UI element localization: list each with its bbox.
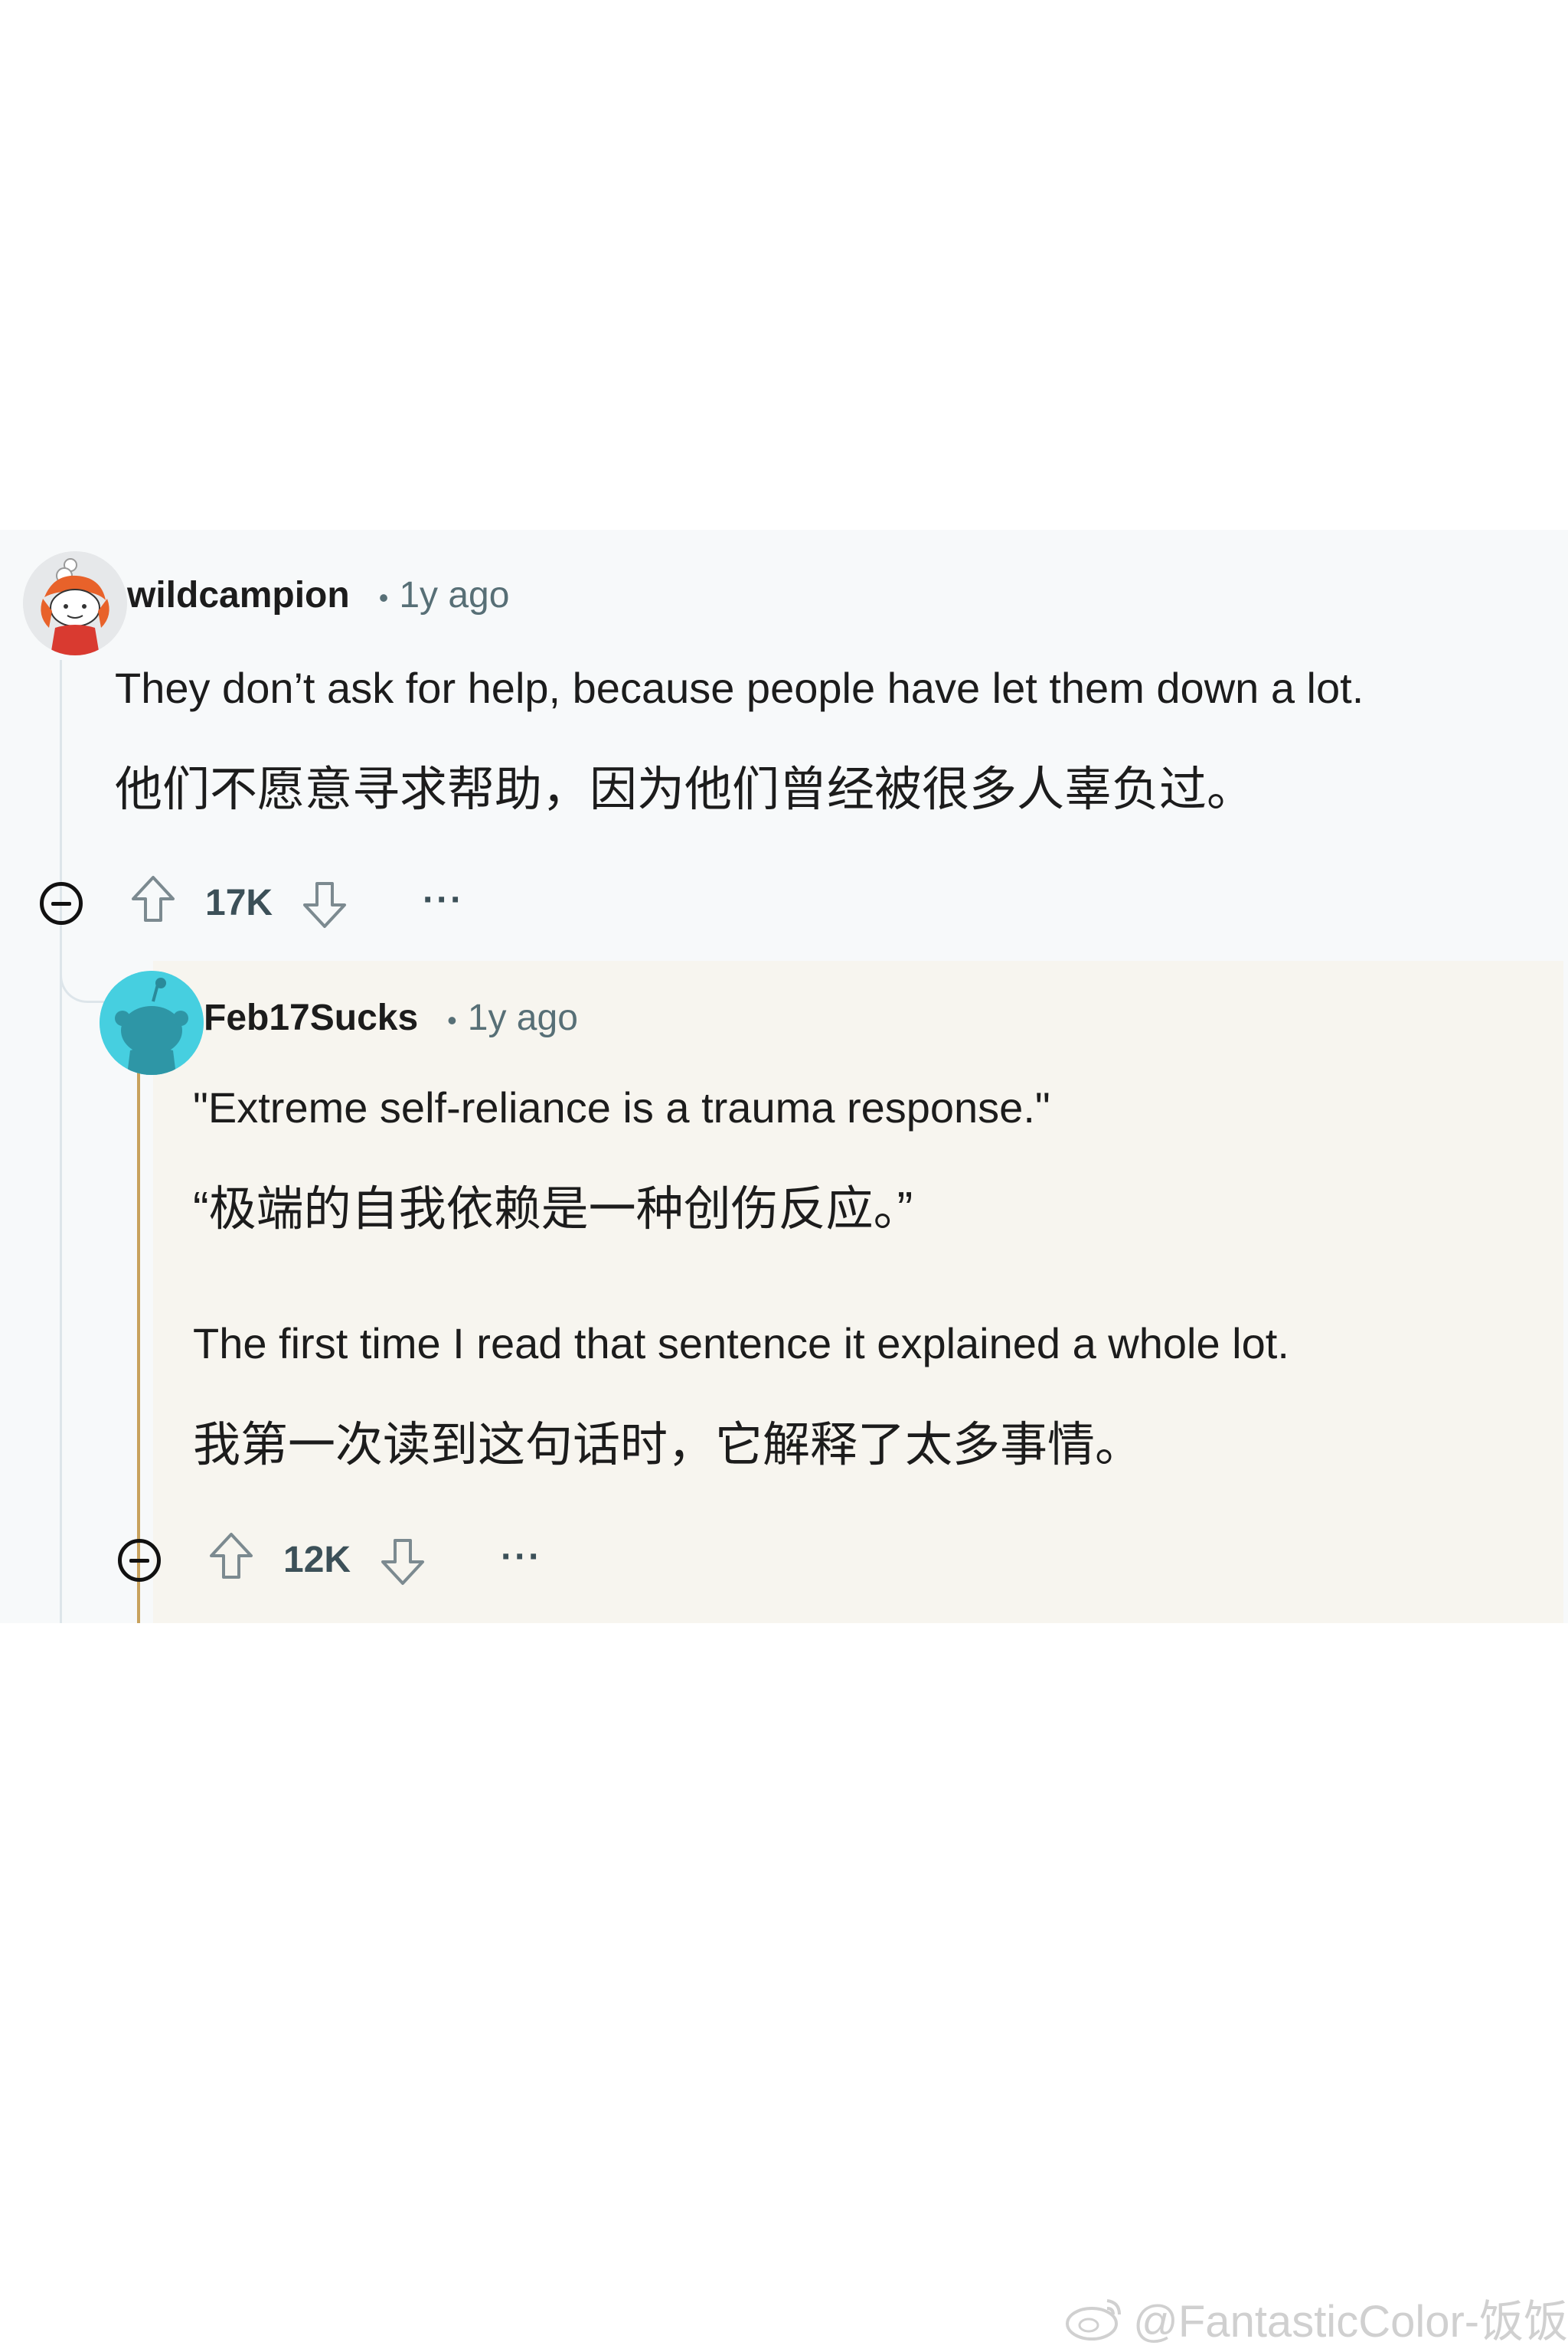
reply-username[interactable]: Feb17Sucks	[204, 997, 418, 1039]
watermark: @FantasticColor-饭饭	[1064, 2285, 1568, 2350]
upvote-arrow-icon[interactable]	[207, 1530, 256, 1583]
comment-body-en: They don’t ask for help, because people …	[115, 664, 1364, 712]
reply-quote-en: "Extreme self-reliance is a trauma respo…	[193, 1083, 1050, 1132]
watermark-text: @FantasticColor-饭饭	[1133, 2297, 1568, 2347]
collapse-button[interactable]	[40, 882, 83, 925]
reply-body-en: The first time I read that sentence it e…	[193, 1319, 1289, 1367]
timestamp[interactable]: 1y ago	[399, 574, 509, 616]
vote-count: 17K	[205, 883, 273, 923]
collapse-minus-icon	[51, 901, 71, 906]
snoo-avatar-icon	[23, 551, 127, 655]
reply-timestamp[interactable]: 1y ago	[468, 997, 578, 1039]
downvote-arrow-icon[interactable]	[300, 877, 349, 931]
weibo-logo-icon	[1066, 2299, 1121, 2341]
thread-connector	[60, 942, 104, 1003]
reply-vote-count: 12K	[283, 1540, 351, 1580]
snoo-avatar-icon	[100, 971, 204, 1075]
collapse-minus-icon	[129, 1558, 149, 1563]
comment-body-zh: 他们不愿意寻求帮助，因为他们曾经被很多人辜负过。	[115, 763, 1255, 816]
downvote-arrow-icon[interactable]	[378, 1534, 427, 1588]
reply-highlight	[153, 961, 1563, 1623]
comment-meta: wildcampion • 1y ago	[127, 574, 509, 616]
avatar[interactable]	[23, 551, 127, 655]
meta-separator: •	[378, 582, 389, 613]
more-options-icon[interactable]: ···	[501, 1536, 542, 1578]
reply-body-zh: 我第一次读到这句话时，它解释了太多事情。	[193, 1419, 1143, 1472]
upvote-arrow-icon[interactable]	[129, 873, 178, 926]
reply-quote-zh: “极端的自我依赖是一种创伤反应。”	[193, 1183, 913, 1236]
reply-collapse-button[interactable]	[118, 1539, 161, 1582]
reply-avatar[interactable]	[100, 971, 204, 1075]
thread-line[interactable]	[60, 660, 62, 1623]
more-options-icon[interactable]: ···	[423, 879, 464, 921]
username[interactable]: wildcampion	[127, 574, 350, 616]
reply-meta: Feb17Sucks • 1y ago	[204, 997, 578, 1039]
meta-separator: •	[447, 1004, 457, 1036]
